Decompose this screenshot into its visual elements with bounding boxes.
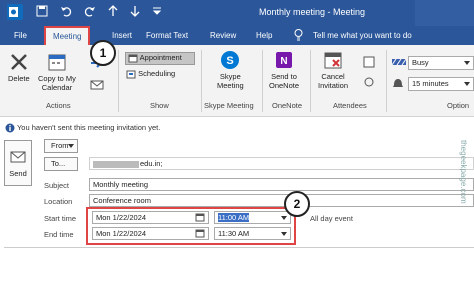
lightbulb-icon[interactable]	[294, 28, 303, 44]
redo-icon[interactable]	[84, 5, 96, 22]
title-pattern	[415, 0, 474, 26]
highlight-box-time	[86, 207, 296, 245]
up-arrow-icon[interactable]	[108, 5, 118, 22]
outlook-icon	[7, 4, 23, 20]
more-actions-dropdown[interactable]	[89, 78, 107, 94]
show-as-select[interactable]: Busy	[408, 56, 474, 70]
end-time-label: End time	[44, 230, 74, 239]
tab-file[interactable]: File	[14, 28, 27, 44]
redacted-address	[93, 160, 139, 168]
all-day-event-label[interactable]: All day event	[310, 214, 353, 223]
skype-group-label: Skype Meeting	[204, 101, 254, 110]
separator	[262, 50, 263, 112]
location-field[interactable]: Conference room	[89, 194, 474, 207]
appointment-button[interactable]: Appointment	[125, 52, 195, 65]
title-bar: Monthly meeting - Meeting	[0, 0, 474, 26]
separator	[310, 50, 311, 112]
step-badge-1: 1	[90, 40, 116, 66]
chevron-down-icon	[464, 82, 470, 86]
cancel-calendar-icon	[324, 52, 342, 69]
watermark: thegeekpage.com	[456, 140, 470, 240]
window-title: Monthly meeting - Meeting	[259, 7, 366, 17]
tab-insert[interactable]: Insert	[112, 28, 132, 44]
send-icon	[10, 151, 26, 163]
svg-text:N: N	[280, 56, 287, 67]
ribbon-tabs: File Meeting Insert Format Text Review H…	[0, 26, 474, 45]
separator	[118, 50, 119, 112]
send-button[interactable]: Send	[4, 140, 32, 186]
calendar-icon	[48, 54, 66, 71]
chevron-down-icon	[68, 144, 74, 148]
email-icon	[90, 80, 104, 90]
appointment-icon	[128, 54, 138, 63]
response-options-button[interactable]	[362, 76, 376, 90]
reminder-select[interactable]: 15 minutes	[408, 77, 474, 91]
scheduling-icon	[126, 70, 136, 79]
info-icon	[5, 123, 15, 133]
delete-button[interactable]: Delete	[8, 52, 30, 83]
chevron-down-icon	[464, 61, 470, 65]
tab-meeting[interactable]: Meeting	[44, 26, 91, 45]
message-body[interactable]	[4, 247, 474, 282]
attendees-group-label: Attendees	[333, 101, 367, 110]
start-time-label: Start time	[44, 214, 77, 223]
customize-qat-icon[interactable]	[152, 5, 162, 22]
save-icon[interactable]	[36, 5, 48, 22]
reminder-icon	[392, 78, 404, 92]
cancel-invitation-button[interactable]: Cancel Invitation	[318, 50, 348, 90]
send-to-onenote-button[interactable]: N Send to OneNote	[269, 50, 299, 90]
from-button[interactable]: From	[44, 139, 78, 153]
show-as-icon	[391, 58, 407, 68]
separator	[201, 50, 202, 112]
tab-help[interactable]: Help	[256, 28, 272, 44]
subject-label: Subject	[44, 181, 70, 190]
step-badge-2: 2	[284, 191, 310, 217]
onenote-icon: N	[276, 52, 293, 68]
down-arrow-icon[interactable]	[130, 5, 140, 22]
to-field[interactable]: edu.in;	[89, 157, 474, 170]
svg-text:S: S	[227, 55, 234, 67]
onenote-group-label: OneNote	[272, 101, 303, 110]
copy-to-calendar-button[interactable]: Copy to My Calendar	[38, 52, 76, 92]
response-options-icon	[364, 77, 374, 87]
options-group-label: Option	[447, 101, 470, 110]
tab-format-text[interactable]: Format Text	[146, 28, 188, 44]
separator	[386, 50, 387, 112]
show-group-label: Show	[150, 101, 169, 110]
to-button[interactable]: To...	[44, 157, 78, 171]
address-book-icon	[363, 56, 375, 68]
tab-review[interactable]: Review	[210, 28, 236, 44]
address-book-button[interactable]	[362, 56, 376, 70]
info-bar: You haven't sent this meeting invitation…	[0, 120, 474, 136]
subject-field[interactable]: Monthly meeting	[89, 178, 474, 191]
undo-icon[interactable]	[60, 5, 72, 22]
delete-x-icon	[10, 54, 27, 70]
skype-icon: S	[221, 51, 240, 69]
skype-meeting-button[interactable]: S Skype Meeting	[217, 50, 244, 90]
location-label: Location	[44, 197, 73, 206]
watermark-text: thegeekpage.com	[459, 140, 468, 204]
actions-group-label: Actions	[46, 101, 71, 110]
tell-me-search[interactable]: Tell me what you want to do	[313, 28, 412, 44]
scheduling-button[interactable]: Scheduling	[126, 69, 175, 79]
